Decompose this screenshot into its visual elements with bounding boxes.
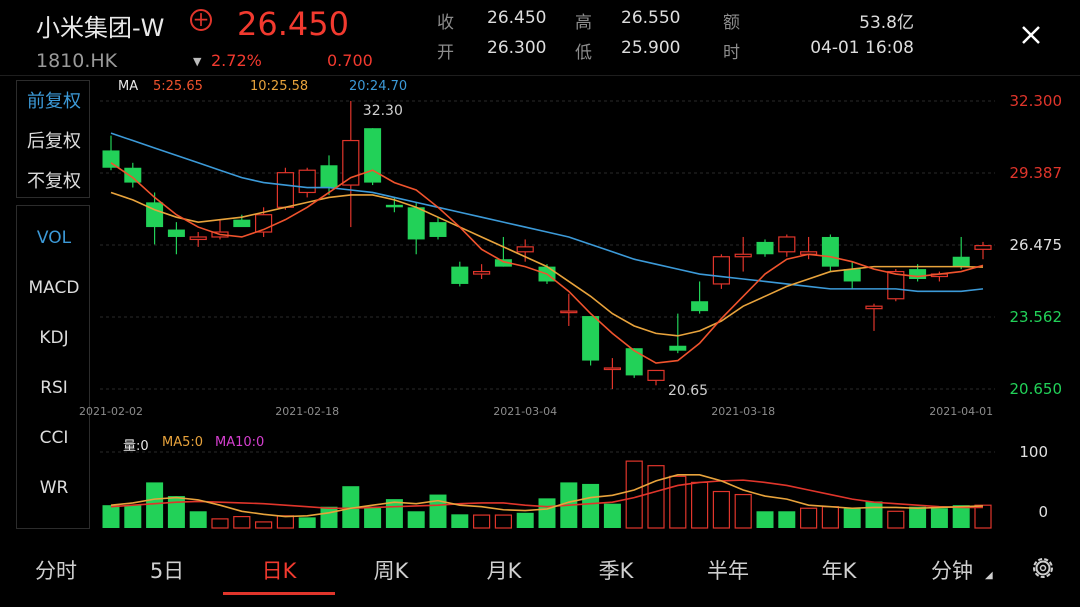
volume-bar xyxy=(451,514,469,528)
tab-quarterly-k[interactable]: 季K xyxy=(576,555,656,585)
volume-bar xyxy=(821,506,840,529)
gear-icon xyxy=(1033,558,1053,578)
candle-body xyxy=(146,202,164,228)
candle-body xyxy=(974,245,992,250)
candle-body xyxy=(843,269,861,282)
candle-body xyxy=(124,167,142,183)
y-axis-label: 23.562 xyxy=(1010,308,1063,326)
candle-body xyxy=(712,256,731,285)
volume-bar xyxy=(625,460,643,529)
volume-bar xyxy=(233,515,251,529)
volume-bar xyxy=(865,501,883,528)
volume-bar xyxy=(320,506,338,528)
candle-body xyxy=(778,236,796,253)
x-axis-label: 2021-03-18 xyxy=(711,405,775,418)
candle-body xyxy=(625,348,643,376)
candle-body xyxy=(734,253,752,258)
tab-5day[interactable]: 5日 xyxy=(127,555,207,585)
volume-bar xyxy=(494,514,512,529)
candle-body xyxy=(276,172,294,208)
candle-body xyxy=(429,222,447,237)
volume-bar xyxy=(407,511,425,528)
volume-bar xyxy=(429,494,447,528)
candle-body xyxy=(560,310,578,314)
volume-bar xyxy=(603,503,621,528)
volume-bar xyxy=(756,511,774,528)
settings-button[interactable] xyxy=(1028,553,1058,583)
volume-bar xyxy=(582,483,600,528)
candle-body xyxy=(320,165,338,188)
volume-bar xyxy=(167,496,185,528)
volume-bar xyxy=(887,510,905,529)
x-axis-label: 2021-04-01 xyxy=(929,405,993,418)
candle-body xyxy=(669,345,687,351)
volume-bar xyxy=(189,511,207,528)
tab-intraday[interactable]: 分时 xyxy=(16,555,96,585)
tab-daily-k[interactable]: 日K xyxy=(239,555,319,585)
y-axis-label: 26.475 xyxy=(1010,236,1063,254)
candle-body xyxy=(756,241,774,255)
x-axis-label: 2021-02-18 xyxy=(275,405,339,418)
candle-body xyxy=(167,229,185,237)
y-axis-label: 29.387 xyxy=(1010,164,1063,182)
candle-body xyxy=(473,270,491,275)
candle-body xyxy=(909,269,927,279)
candle-body xyxy=(691,301,709,312)
candle-body xyxy=(516,246,534,253)
volume-bar xyxy=(647,465,665,529)
tab-halfyear[interactable]: 半年 xyxy=(688,555,768,585)
tab-yearly-k[interactable]: 年K xyxy=(799,555,879,585)
x-axis-label: 2021-02-02 xyxy=(79,405,143,418)
y-axis-label: 20.650 xyxy=(1010,380,1063,398)
candle-body xyxy=(189,236,207,241)
candle-body xyxy=(582,316,600,361)
candle-body xyxy=(647,369,665,381)
candle-body xyxy=(102,150,120,168)
volume-bar xyxy=(473,514,491,529)
active-tab-indicator xyxy=(223,592,335,595)
volume-bar xyxy=(516,512,534,528)
volume-bar xyxy=(690,481,709,529)
volume-bar xyxy=(276,515,294,529)
x-axis-label: 2021-03-04 xyxy=(493,405,557,418)
tab-monthly-k[interactable]: 月K xyxy=(464,555,544,585)
volume-bar xyxy=(778,511,796,528)
volume-bar xyxy=(538,498,556,528)
tab-weekly-k[interactable]: 周K xyxy=(351,555,431,585)
volume-bar xyxy=(843,508,861,528)
volume-bar xyxy=(712,490,731,529)
extreme-price-annotation: 20.65 xyxy=(668,383,708,399)
volume-bar xyxy=(211,518,229,529)
candle-body xyxy=(233,219,251,228)
volume-bar xyxy=(909,506,927,528)
volume-bar xyxy=(974,504,992,529)
candle-body xyxy=(865,305,883,310)
volume-bar xyxy=(799,507,818,529)
volume-bar xyxy=(734,493,752,529)
candle-body xyxy=(887,270,905,300)
extreme-price-annotation: 32.30 xyxy=(363,103,403,119)
volume-bar xyxy=(952,505,970,528)
volume-bar xyxy=(146,482,164,528)
candle-body xyxy=(821,236,839,267)
volume-bar xyxy=(255,521,273,529)
minute-dropdown-icon: ◢ xyxy=(985,570,993,581)
tab-minute[interactable]: 分钟 xyxy=(912,555,992,585)
candle-body xyxy=(603,367,622,371)
volume-bar xyxy=(930,508,948,528)
volume-bar xyxy=(364,506,382,528)
volume-bar xyxy=(298,517,316,528)
volume-bar xyxy=(102,505,120,528)
candle-body xyxy=(298,169,316,194)
candle-body xyxy=(451,266,469,284)
candle-body xyxy=(952,256,970,267)
candle-body xyxy=(407,207,425,240)
volume-axis-label: 0 xyxy=(1038,503,1048,521)
kline-chart[interactable]: 32.30029.38726.47523.56220.6502021-02-02… xyxy=(0,0,1080,540)
candle-body xyxy=(385,204,403,208)
volume-bar xyxy=(124,505,142,528)
volume-axis-label: 100 xyxy=(1019,443,1048,461)
y-axis-label: 32.300 xyxy=(1010,92,1063,110)
